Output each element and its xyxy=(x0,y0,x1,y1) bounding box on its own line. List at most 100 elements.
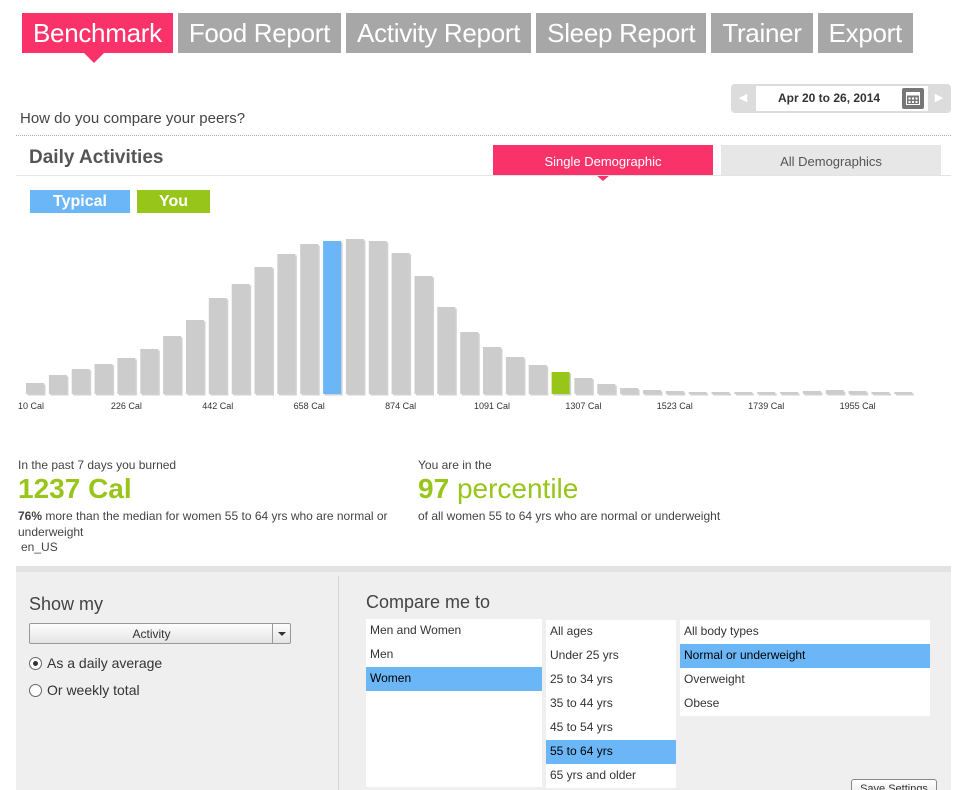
x-tick-label: 874 Cal xyxy=(385,401,416,411)
metric-select-value: Activity xyxy=(132,627,171,641)
histogram-bar xyxy=(643,390,661,394)
date-range-picker: ◀ Apr 20 to 26, 2014 ▶ xyxy=(731,84,951,113)
panel-divider xyxy=(338,576,339,790)
age-option[interactable]: 25 to 34 yrs xyxy=(546,668,676,692)
body-type-option[interactable]: Obese xyxy=(680,692,930,716)
radio-daily-average[interactable]: As a daily average xyxy=(29,655,162,671)
chevron-down-icon[interactable] xyxy=(272,624,290,643)
histogram-bar xyxy=(140,349,159,394)
radio-unchecked-icon[interactable] xyxy=(29,683,42,697)
radio-daily-average-label: As a daily average xyxy=(47,655,163,671)
tab-food-report[interactable]: Food Report xyxy=(177,13,342,53)
histogram-bar xyxy=(620,388,639,394)
burned-number: 1237 xyxy=(18,473,81,504)
gender-option[interactable]: Women xyxy=(366,667,542,691)
histogram-bar xyxy=(665,391,684,394)
histogram-bar xyxy=(163,336,182,394)
burned-percent: 76% xyxy=(18,509,43,523)
tab-trainer[interactable]: Trainer xyxy=(711,13,813,53)
gender-option[interactable]: Men and Women xyxy=(366,619,542,643)
x-tick-label: 442 Cal xyxy=(202,401,233,411)
age-option[interactable]: Under 25 yrs xyxy=(546,644,676,668)
histogram-bar xyxy=(48,375,67,394)
tab-activity-report[interactable]: Activity Report xyxy=(346,13,532,53)
body-type-option[interactable]: Overweight xyxy=(680,668,930,692)
x-tick-label: 1307 Cal xyxy=(565,401,601,411)
burned-label: In the past 7 days you burned xyxy=(18,458,177,472)
histogram-bar xyxy=(300,244,319,394)
save-settings-button[interactable]: Save Settings xyxy=(851,779,937,790)
main-tabs: Benchmark Food Report Activity Report Sl… xyxy=(22,13,913,63)
divider xyxy=(16,175,951,176)
body-type-list: All body types Normal or underweight Ove… xyxy=(680,620,930,716)
burned-unit: Cal xyxy=(88,473,132,504)
divider xyxy=(16,135,951,136)
histogram-bar xyxy=(757,392,776,394)
locale-text: en_US xyxy=(21,540,58,554)
legend-typical: Typical xyxy=(30,190,130,213)
percentile-description: of all women 55 to 64 yrs who are normal… xyxy=(418,509,721,523)
radio-weekly-total[interactable]: Or weekly total xyxy=(29,682,140,698)
x-tick-label: 658 Cal xyxy=(294,401,325,411)
tab-sleep-report[interactable]: Sleep Report xyxy=(536,13,707,53)
percentile-unit: percentile xyxy=(456,473,579,504)
x-tick-label: 1091 Cal xyxy=(474,401,510,411)
age-option[interactable]: 65 yrs and older xyxy=(546,764,676,788)
age-option[interactable]: 45 to 54 yrs xyxy=(546,716,676,740)
percentile-number: 97 xyxy=(418,473,450,504)
tab-single-demographic[interactable]: Single Demographic xyxy=(493,145,713,181)
previous-week-button[interactable]: ◀ xyxy=(731,84,755,113)
histogram-bar xyxy=(802,391,821,394)
histogram-bar xyxy=(254,267,273,394)
histogram-bar xyxy=(186,320,204,394)
histogram-bar xyxy=(460,332,479,394)
histogram-bar xyxy=(825,390,844,394)
x-tick-label: 1523 Cal xyxy=(657,401,693,411)
histogram-bar xyxy=(208,298,227,394)
section-title: Daily Activities xyxy=(29,147,164,168)
peer-question: How do you compare your peers? xyxy=(20,110,246,127)
histogram-bar xyxy=(711,392,730,394)
age-list: All ages Under 25 yrs 25 to 34 yrs 35 to… xyxy=(546,620,676,788)
burned-description-text: more than the median for women 55 to 64 … xyxy=(18,509,388,539)
histogram-bar xyxy=(483,347,501,394)
histogram-bar xyxy=(117,358,136,394)
metric-select[interactable]: Activity xyxy=(29,623,291,644)
histogram-bar xyxy=(94,364,113,394)
x-tick-label: 1739 Cal xyxy=(748,401,784,411)
next-week-button[interactable]: ▶ xyxy=(927,84,951,113)
you-bar xyxy=(551,372,570,394)
calendar-icon[interactable] xyxy=(902,88,924,109)
tab-benchmark[interactable]: Benchmark xyxy=(22,13,173,63)
burned-description: 76% more than the median for women 55 to… xyxy=(18,508,398,540)
histogram-bar xyxy=(574,378,593,394)
percentile-value: 97 percentile xyxy=(418,473,578,505)
tab-export[interactable]: Export xyxy=(817,13,913,53)
histogram-bar xyxy=(848,391,867,394)
histogram-bar xyxy=(26,383,44,394)
histogram-bar xyxy=(71,369,90,394)
histogram-bar xyxy=(391,253,410,394)
radio-weekly-total-label: Or weekly total xyxy=(47,682,140,698)
x-tick-label: 1955 Cal xyxy=(840,401,876,411)
date-range-label: Apr 20 to 26, 2014 xyxy=(778,91,881,105)
compare-heading: Compare me to xyxy=(366,592,491,612)
histogram-bar xyxy=(505,357,524,394)
age-option[interactable]: All ages xyxy=(546,620,676,644)
body-type-option[interactable]: Normal or underweight xyxy=(680,644,930,668)
legend-you: You xyxy=(137,190,210,213)
date-range-field[interactable]: Apr 20 to 26, 2014 xyxy=(756,86,928,111)
histogram-bar xyxy=(345,239,364,394)
body-type-option[interactable]: All body types xyxy=(680,620,930,644)
histogram-bar xyxy=(734,392,753,394)
histogram-bar xyxy=(414,276,433,394)
histogram-bar xyxy=(277,254,296,394)
burned-value: 1237 Cal xyxy=(18,473,132,505)
age-option[interactable]: 55 to 64 yrs xyxy=(546,740,676,764)
histogram-bar xyxy=(688,392,707,394)
age-option[interactable]: 35 to 44 yrs xyxy=(546,692,676,716)
radio-checked-icon[interactable] xyxy=(29,656,42,670)
histogram-bar xyxy=(780,392,799,394)
gender-option[interactable]: Men xyxy=(366,643,542,667)
tab-all-demographics[interactable]: All Demographics xyxy=(721,145,941,175)
